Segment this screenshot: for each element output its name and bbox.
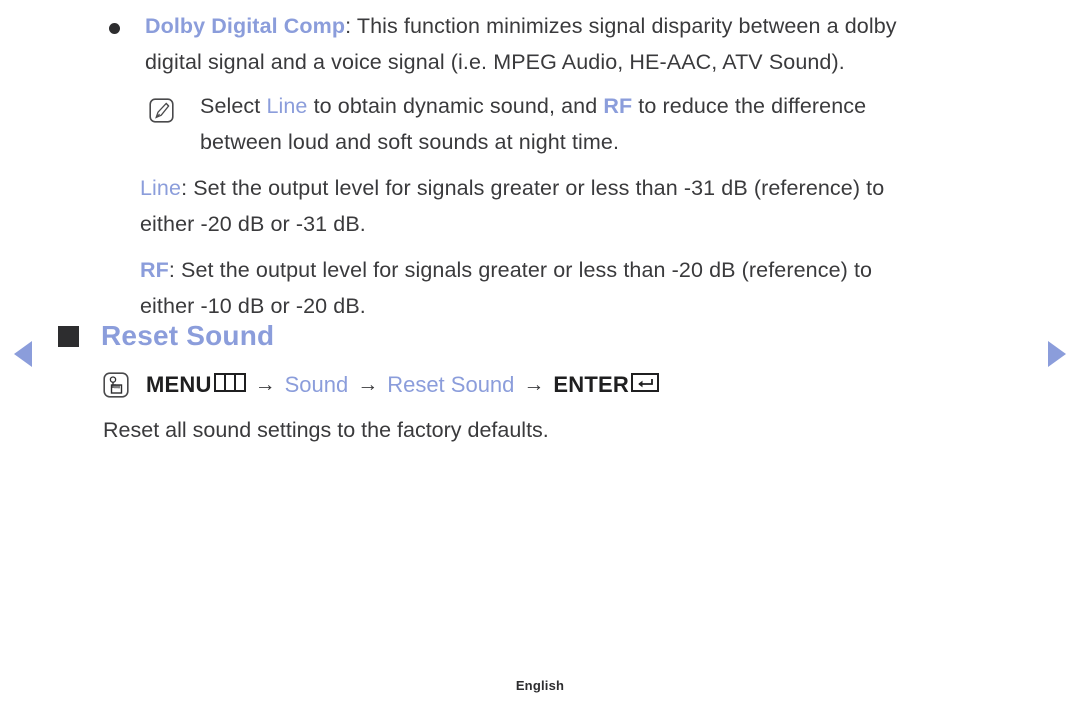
- next-page-arrow-icon[interactable]: [1048, 341, 1066, 367]
- menu-path-step-reset-sound: Reset Sound: [387, 372, 515, 397]
- term-line: Line: [140, 176, 182, 200]
- prev-page-arrow-icon[interactable]: [14, 341, 32, 367]
- note-text-before: Select: [200, 94, 267, 118]
- footer-language: English: [515, 678, 565, 693]
- rf-def-line1-rest: : Set the output level for signals great…: [168, 258, 873, 282]
- page-title: Reset Sound: [101, 320, 275, 351]
- keyword-rf: RF: [603, 94, 633, 118]
- section-description: Reset all sound settings to the factory …: [103, 418, 549, 442]
- enter-return-icon: [630, 372, 659, 398]
- bullet-line2: digital signal and a voice signal (i.e. …: [145, 50, 845, 74]
- definition-line: Line: Set the output level for signals g…: [100, 170, 1040, 242]
- menu-path-step-sound: Sound: [284, 372, 349, 397]
- section-heading: Reset Sound: [58, 320, 274, 352]
- note-item: Select Line to obtain dynamic sound, and…: [100, 88, 1040, 160]
- note-pencil-icon: [149, 98, 174, 123]
- term-rf: RF: [140, 258, 169, 282]
- path-arrow-2: →: [357, 373, 379, 396]
- path-arrow-3: →: [523, 373, 545, 396]
- bullet-item-dolby-digital-comp: Dolby Digital Comp: This function minimi…: [100, 8, 1040, 80]
- menu-path: MENU → Sound → Reset Sound → ENTER: [103, 372, 659, 398]
- line-def-line2: either -20 dB or -31 dB.: [140, 212, 366, 236]
- note-paragraph: Select Line to obtain dynamic sound, and…: [200, 88, 1040, 160]
- enter-button-label: ENTER: [553, 372, 629, 397]
- line-def-line1-rest: : Set the output level for signals great…: [181, 176, 885, 200]
- line-definition-paragraph: Line: Set the output level for signals g…: [140, 170, 1040, 242]
- round-bullet-icon: [109, 23, 120, 34]
- note-text-after: to reduce the difference: [632, 94, 867, 118]
- menu-columns-icon: [213, 372, 246, 398]
- rf-definition-paragraph: RF: Set the output level for signals gre…: [140, 252, 1040, 324]
- menu-button-label: MENU: [146, 372, 212, 397]
- note-line2: between loud and soft sounds at night ti…: [200, 130, 620, 154]
- path-arrow-1: →: [254, 373, 276, 396]
- square-bullet-icon: [58, 325, 79, 347]
- hand-press-icon: [103, 372, 129, 398]
- note-text-middle: to obtain dynamic sound, and: [307, 94, 604, 118]
- term-dolby-digital-comp: Dolby Digital Comp: [145, 14, 346, 38]
- content-column: Dolby Digital Comp: This function minimi…: [100, 0, 1040, 324]
- bullet-line1-rest: : This function minimizes signal dispari…: [345, 14, 897, 38]
- manual-page: Dolby Digital Comp: This function minimi…: [0, 0, 1080, 705]
- rf-def-line2: either -10 dB or -20 dB.: [140, 294, 366, 318]
- keyword-line: Line: [266, 94, 308, 118]
- bullet-paragraph: Dolby Digital Comp: This function minimi…: [145, 8, 1040, 80]
- definition-rf: RF: Set the output level for signals gre…: [100, 252, 1040, 324]
